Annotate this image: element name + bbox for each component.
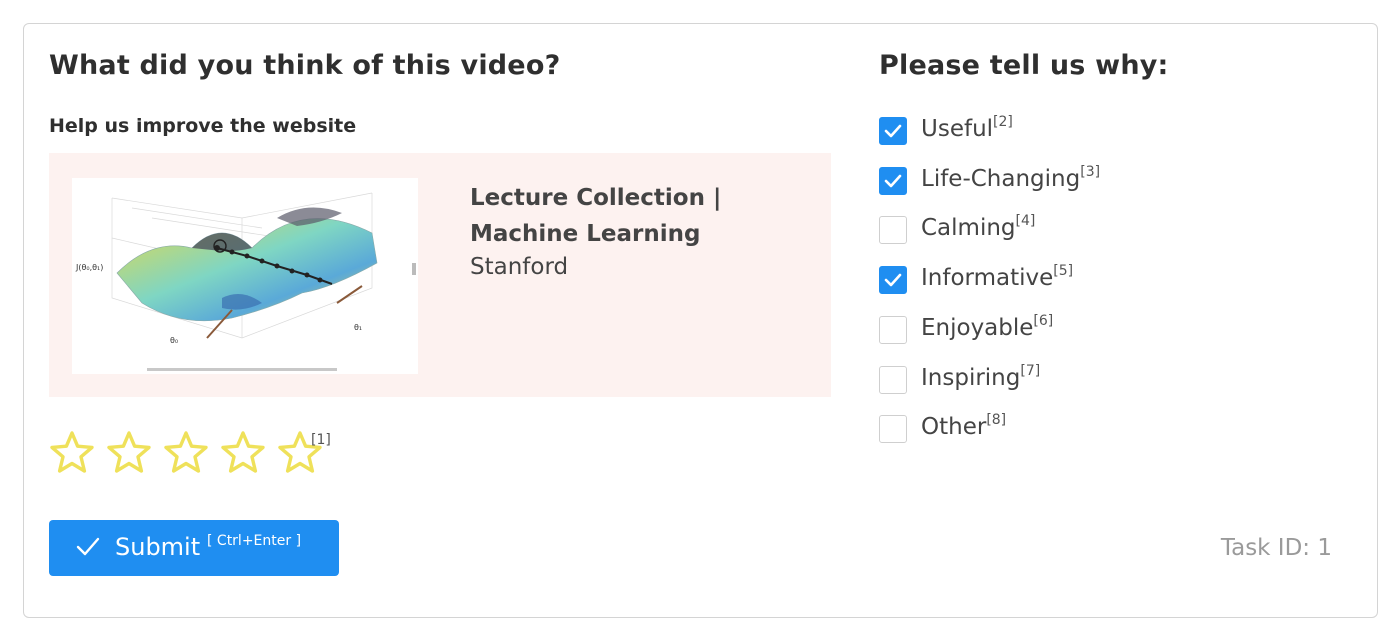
checkbox[interactable] — [879, 365, 907, 394]
checkbox[interactable] — [879, 315, 907, 344]
svg-text:θ₀: θ₀ — [170, 336, 178, 345]
checkbox[interactable] — [879, 415, 907, 444]
reason-text: Calming — [921, 215, 1016, 242]
star-icon — [107, 431, 151, 473]
reason-option-enjoyable[interactable]: Enjoyable[6] — [879, 312, 1279, 348]
reason-hotkey: [2] — [993, 114, 1013, 130]
video-title[interactable]: Lecture Collection | Machine Learning — [470, 180, 810, 252]
reason-hotkey: [7] — [1020, 362, 1041, 379]
reason-text: Life-Changing — [921, 165, 1081, 192]
reason-text: Informative — [921, 265, 1054, 292]
reason-option-useful[interactable]: Useful[2] — [879, 114, 1279, 149]
reason-option-other[interactable]: Other[8] — [879, 412, 1279, 447]
reasons-title: Please tell us why: — [879, 50, 1169, 81]
reason-text: Enjoyable — [921, 314, 1034, 341]
reason-label: Life-Changing[3] — [921, 163, 1101, 192]
reason-label: Inspiring[7] — [921, 362, 1041, 391]
star-icon — [50, 431, 94, 473]
submit-label: Submit — [115, 533, 201, 561]
reason-text: Useful — [921, 116, 994, 142]
reason-hotkey: [4] — [1015, 213, 1036, 230]
star-rating: [1] — [49, 430, 369, 480]
star-2[interactable] — [106, 430, 152, 476]
reason-text: Other — [921, 414, 987, 441]
star-rating-hotkey: [1] — [311, 432, 331, 448]
star-3[interactable] — [163, 430, 209, 476]
video-thumbnail: J(θ₀,θ₁) θ₀ θ₁ — [72, 178, 418, 374]
checkbox[interactable] — [879, 166, 907, 195]
video-source: Stanford — [470, 254, 569, 280]
rating-card: What did you think of this video? Help u… — [23, 23, 1378, 618]
svg-text:θ₁: θ₁ — [354, 323, 362, 332]
submit-hotkey: [ Ctrl+Enter ] — [207, 533, 302, 549]
reason-option-informative[interactable]: Informative[5] — [879, 263, 1279, 298]
svg-text:J(θ₀,θ₁): J(θ₀,θ₁) — [75, 263, 103, 272]
checkmark-icon — [884, 273, 902, 287]
reason-label: Calming[4] — [921, 213, 1036, 242]
star-icon — [164, 431, 208, 473]
checkmark-icon — [884, 124, 902, 138]
checkbox[interactable] — [879, 117, 907, 145]
star-1[interactable] — [49, 430, 95, 476]
page-subtitle: Help us improve the website — [49, 115, 357, 137]
star-4[interactable] — [220, 430, 266, 476]
reason-text: Inspiring — [921, 364, 1021, 391]
reason-hotkey: [5] — [1053, 263, 1074, 280]
submit-button[interactable]: Submit [ Ctrl+Enter ] — [49, 520, 339, 576]
checkbox[interactable] — [879, 266, 907, 295]
reason-option-calming[interactable]: Calming[4] — [879, 213, 1279, 248]
star-icon — [221, 431, 265, 473]
reason-label: Enjoyable[6] — [921, 312, 1054, 341]
task-id: Task ID: 1 — [1220, 535, 1332, 561]
video-card: J(θ₀,θ₁) θ₀ θ₁ Lecture Collection | Mach… — [49, 153, 831, 397]
reason-label: Informative[5] — [921, 263, 1074, 292]
reason-hotkey: [8] — [986, 412, 1007, 429]
reasons-panel: Please tell us why: Useful[2] Life-Changi… — [879, 24, 1359, 617]
checkmark-icon — [884, 174, 902, 187]
reason-option-inspiring[interactable]: Inspiring[7] — [879, 362, 1279, 398]
reason-option-life-changing[interactable]: Life-Changing[3] — [879, 163, 1279, 199]
reason-label: Useful[2] — [921, 114, 1013, 142]
page-title: What did you think of this video? — [49, 50, 561, 81]
check-icon — [76, 537, 100, 556]
surface-plot-image: J(θ₀,θ₁) θ₀ θ₁ — [75, 192, 416, 371]
reason-label: Other[8] — [921, 412, 1007, 441]
checkbox[interactable] — [879, 216, 907, 245]
rating-panel: What did you think of this video? Help u… — [49, 24, 834, 617]
reason-hotkey: [6] — [1033, 312, 1054, 329]
reason-hotkey: [3] — [1080, 163, 1101, 180]
